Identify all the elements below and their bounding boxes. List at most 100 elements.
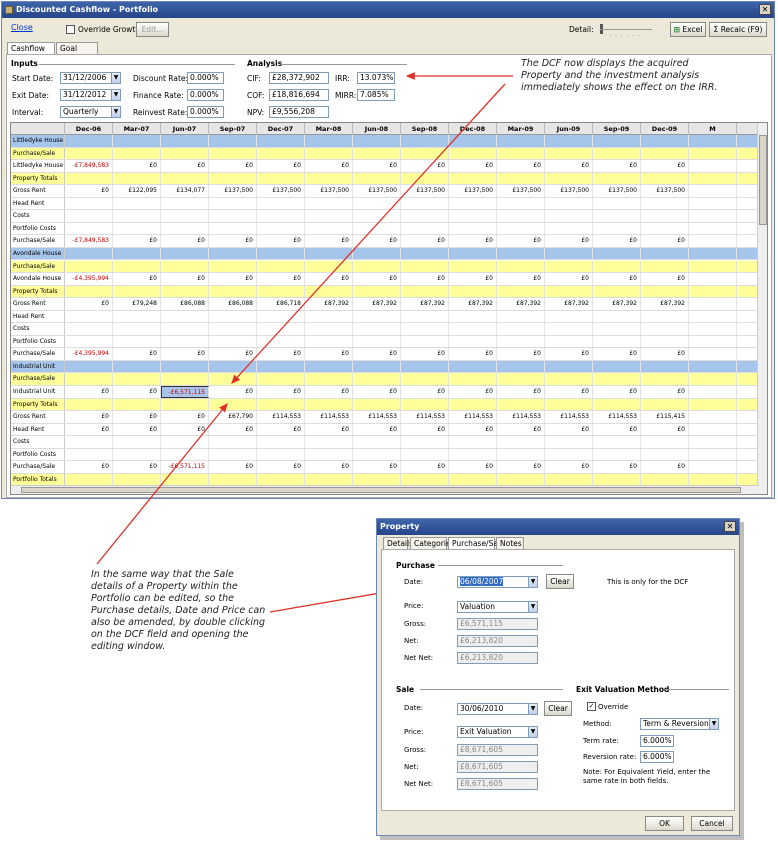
grid-cell[interactable] [113, 360, 161, 373]
grid-cell[interactable] [113, 310, 161, 323]
grid-cell[interactable]: £0 [161, 423, 209, 436]
grid-cell[interactable] [593, 448, 641, 461]
grid-cell[interactable] [689, 285, 737, 298]
grid-cell[interactable] [65, 323, 113, 335]
grid-cell[interactable]: £0 [65, 423, 113, 436]
grid-cell[interactable] [497, 222, 545, 235]
grid-cell[interactable]: -£7,849,583 [65, 235, 113, 247]
grid-cell[interactable] [401, 147, 449, 160]
grid-cell[interactable] [257, 310, 305, 323]
grid-cell[interactable] [161, 210, 209, 222]
grid-cell[interactable] [161, 335, 209, 348]
grid-cell[interactable] [545, 473, 593, 486]
grid-cell[interactable] [305, 360, 353, 373]
grid-cell[interactable] [545, 260, 593, 273]
grid-cell[interactable] [497, 448, 545, 461]
grid-cell[interactable]: £0 [641, 386, 689, 398]
grid-cell[interactable] [689, 423, 737, 436]
grid-cell[interactable] [305, 260, 353, 273]
grid-cell[interactable] [65, 210, 113, 222]
grid-cell[interactable] [113, 210, 161, 222]
grid-cell[interactable] [305, 398, 353, 411]
grid-cell[interactable] [65, 360, 113, 373]
grid-cell[interactable] [161, 323, 209, 335]
grid-cell[interactable] [401, 260, 449, 273]
grid-cell[interactable]: £114,553 [401, 411, 449, 423]
grid-cell[interactable] [593, 398, 641, 411]
grid-cell[interactable]: £0 [593, 348, 641, 360]
grid-cell[interactable]: £137,500 [305, 185, 353, 197]
grid-cell[interactable]: £0 [257, 461, 305, 473]
grid-cell[interactable]: £0 [209, 423, 257, 436]
grid-cell[interactable] [641, 285, 689, 298]
grid-cell[interactable]: £0 [257, 235, 305, 247]
grid-cell[interactable]: £0 [353, 348, 401, 360]
grid-cell[interactable] [65, 222, 113, 235]
grid-cell[interactable]: £0 [305, 160, 353, 172]
grid-cell[interactable]: £114,553 [545, 411, 593, 423]
grid-cell[interactable]: £86,088 [161, 298, 209, 310]
grid-cell[interactable] [65, 197, 113, 210]
edit-button[interactable]: Edit... [136, 22, 169, 37]
grid-cell[interactable] [353, 436, 401, 448]
grid-cell[interactable]: £0 [497, 386, 545, 398]
grid-cell[interactable]: £0 [113, 423, 161, 436]
grid-cell[interactable] [209, 247, 257, 260]
cancel-button[interactable]: Cancel [691, 816, 733, 831]
detail-slider[interactable]: ······· [600, 24, 652, 39]
scroll-thumb[interactable] [21, 487, 741, 493]
vertical-scrollbar[interactable] [757, 123, 767, 494]
grid-cell[interactable] [65, 172, 113, 185]
grid-cell[interactable] [209, 147, 257, 160]
grid-cell[interactable]: £137,500 [257, 185, 305, 197]
grid-cell[interactable]: £0 [449, 160, 497, 172]
grid-cell[interactable]: -£6,571,115 [161, 461, 209, 473]
grid-cell[interactable]: £0 [641, 235, 689, 247]
grid-cell[interactable] [545, 222, 593, 235]
grid-cell[interactable] [161, 260, 209, 273]
grid-cell[interactable]: £0 [65, 386, 113, 398]
grid-cell[interactable] [257, 473, 305, 486]
excel-button[interactable]: ⊞ Excel [670, 22, 706, 37]
grid-cell[interactable] [449, 373, 497, 385]
grid-cell[interactable] [305, 210, 353, 222]
grid-cell[interactable] [209, 398, 257, 411]
grid-cell[interactable] [497, 335, 545, 348]
grid-cell[interactable] [593, 360, 641, 373]
grid-cell[interactable] [545, 398, 593, 411]
grid-cell[interactable]: £0 [401, 160, 449, 172]
chevron-down-icon[interactable]: ▼ [528, 577, 537, 587]
grid-cell[interactable]: £0 [497, 160, 545, 172]
grid-cell[interactable]: £0 [353, 423, 401, 436]
grid-cell[interactable]: £137,500 [353, 185, 401, 197]
grid-cell[interactable] [449, 360, 497, 373]
grid-cell[interactable] [689, 411, 737, 423]
grid-cell[interactable] [401, 172, 449, 185]
grid-cell[interactable]: £122,095 [113, 185, 161, 197]
grid-cell[interactable]: £0 [641, 461, 689, 473]
close-window-button[interactable]: ✕ [759, 4, 771, 15]
grid-cell[interactable] [449, 210, 497, 222]
grid-cell[interactable] [401, 197, 449, 210]
scroll-thumb[interactable] [759, 135, 767, 225]
grid-cell[interactable] [209, 197, 257, 210]
grid-cell[interactable] [449, 310, 497, 323]
grid-cell[interactable] [449, 247, 497, 260]
grid-cell[interactable] [641, 135, 689, 147]
grid-cell[interactable]: £67,790 [209, 411, 257, 423]
grid-cell[interactable] [401, 135, 449, 147]
grid-cell[interactable] [689, 461, 737, 473]
override-checkbox[interactable]: ✓ [587, 702, 596, 711]
grid-cell[interactable]: £0 [449, 273, 497, 285]
grid-cell[interactable] [257, 260, 305, 273]
grid-cell[interactable]: £0 [113, 386, 161, 398]
grid-cell[interactable]: £0 [593, 461, 641, 473]
grid-cell[interactable] [209, 323, 257, 335]
grid-cell[interactable]: £0 [593, 160, 641, 172]
grid-cell[interactable] [353, 172, 401, 185]
grid-cell[interactable] [401, 323, 449, 335]
reversion-rate-field[interactable]: 6.000% [640, 751, 674, 763]
grid-cell[interactable] [401, 247, 449, 260]
grid-cell[interactable] [497, 323, 545, 335]
grid-cell[interactable] [545, 172, 593, 185]
